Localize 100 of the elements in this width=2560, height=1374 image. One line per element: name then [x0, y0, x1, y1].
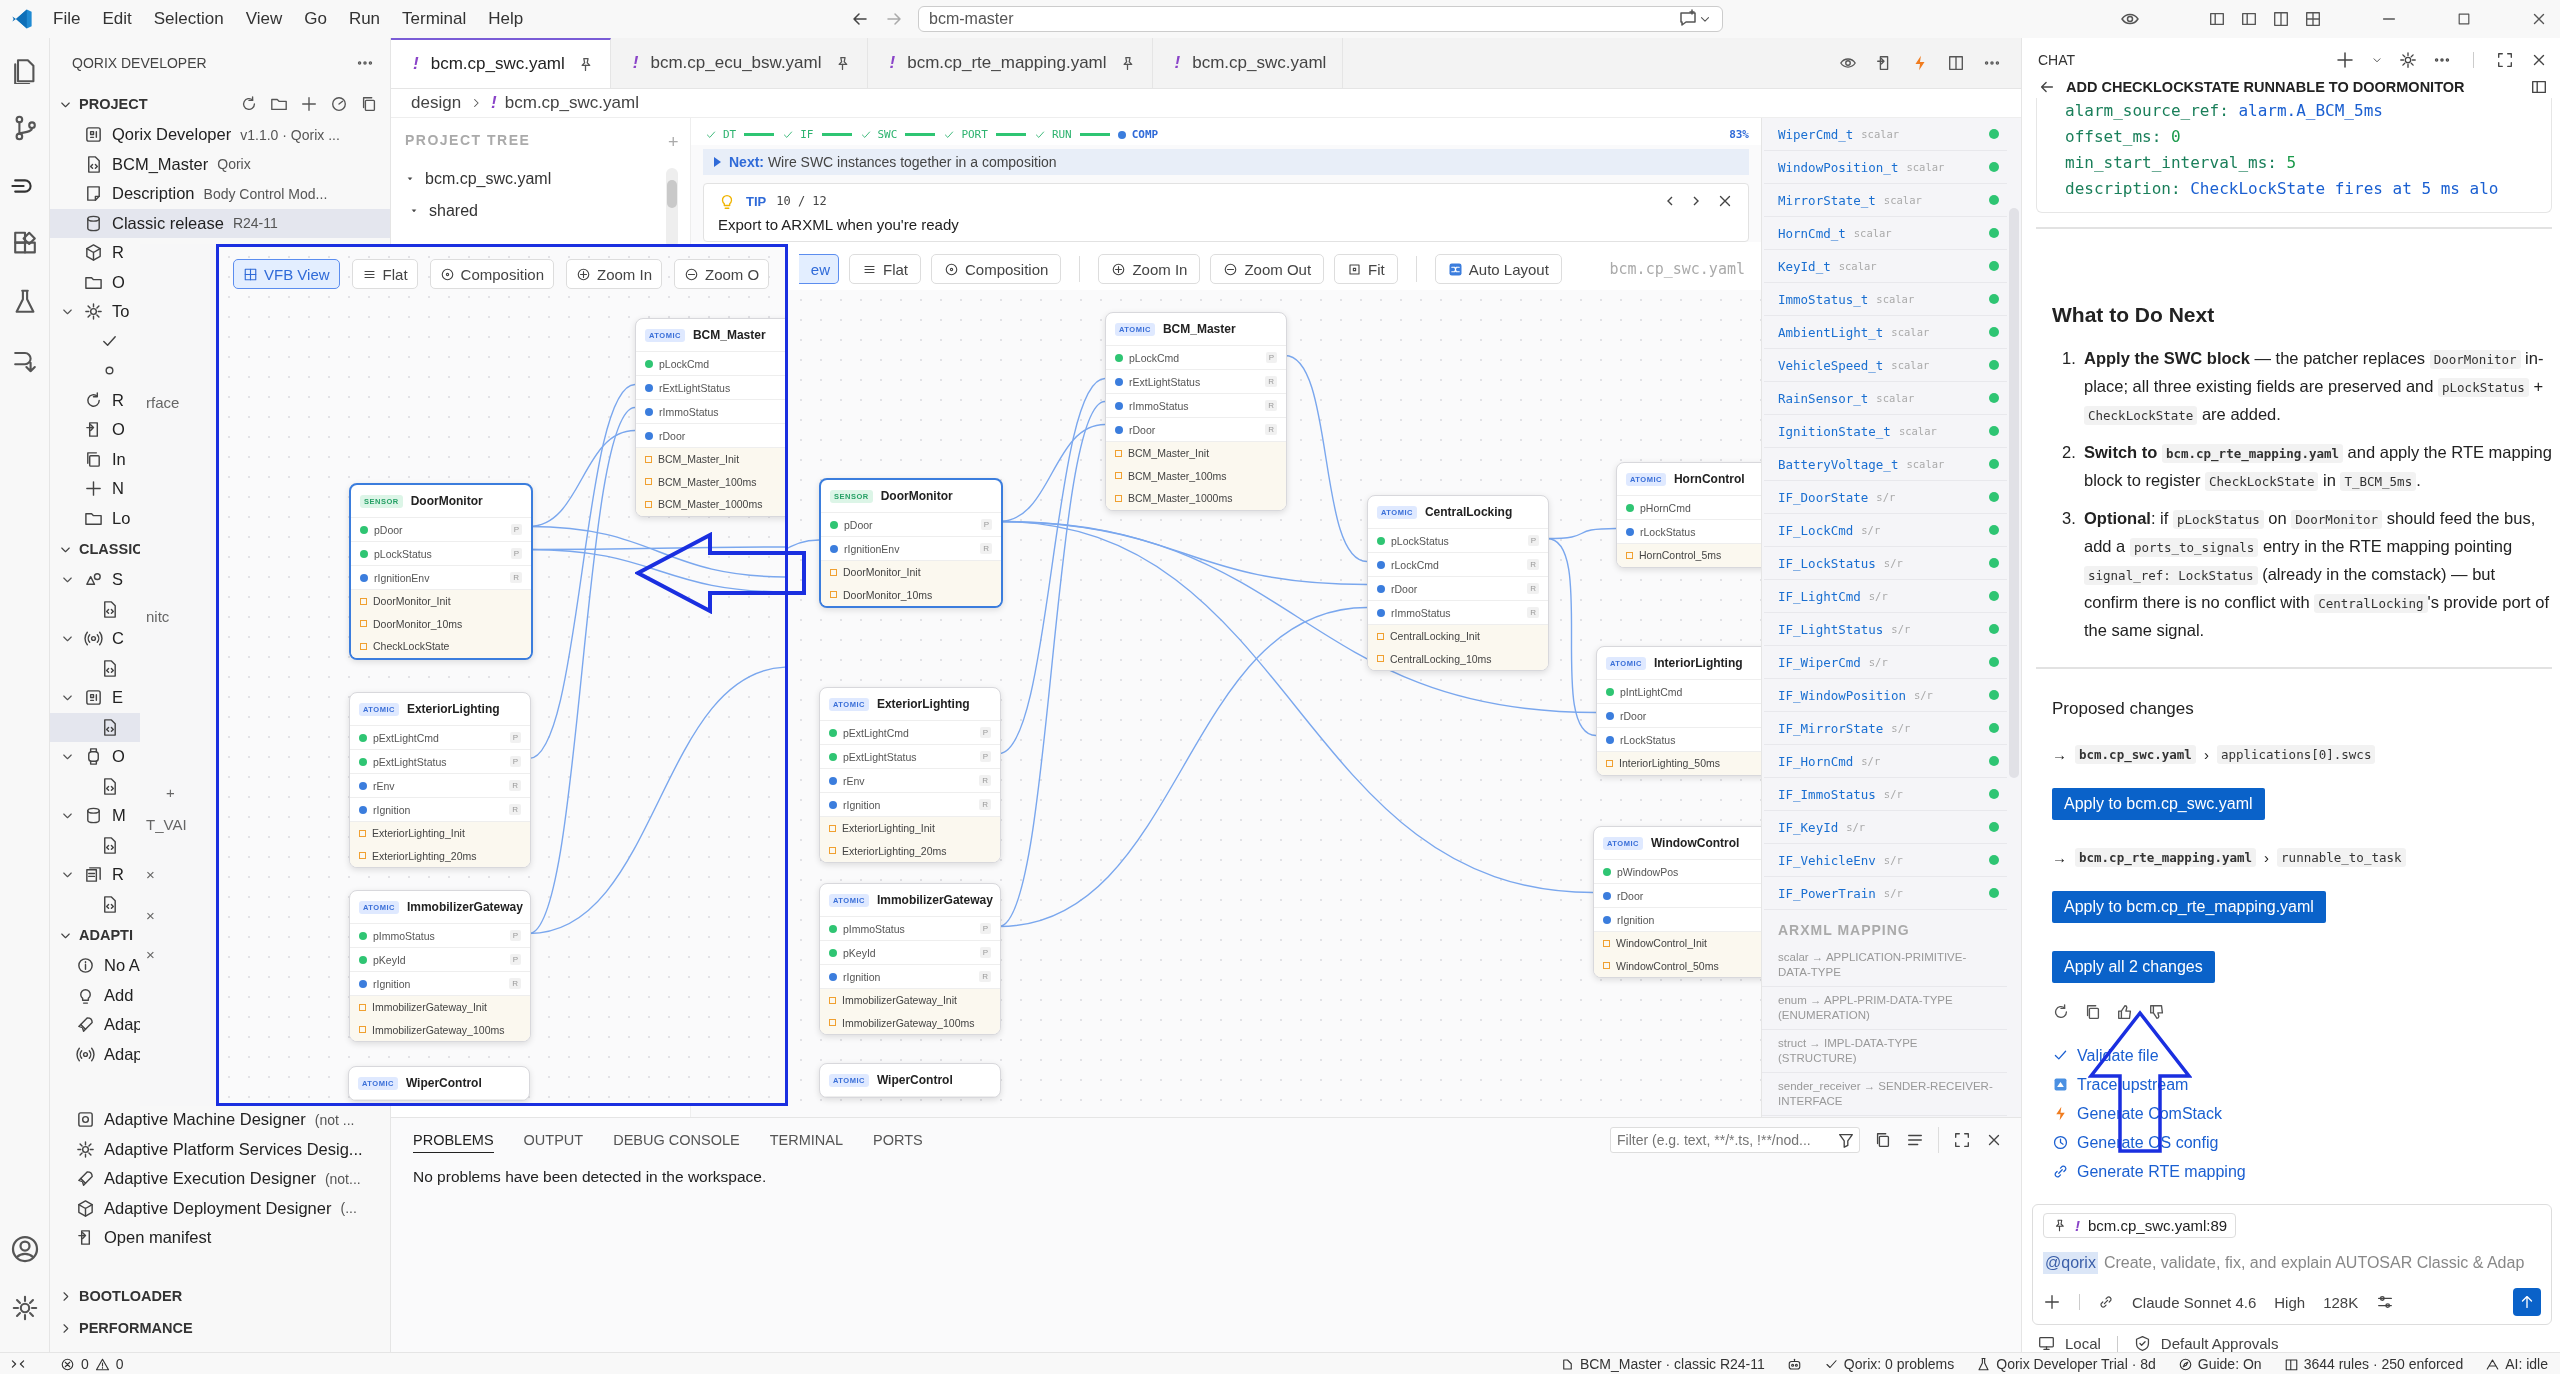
layout-icon[interactable]	[2240, 10, 2258, 28]
tree-item-label[interactable]: No A	[104, 956, 140, 976]
tree-item-label[interactable]: N	[112, 479, 124, 499]
panel-tab[interactable]: TERMINAL	[769, 1128, 844, 1152]
footer-item[interactable]: Local	[2065, 1335, 2101, 1352]
type-row[interactable]: IF_WiperCmd s/r	[1764, 646, 2007, 679]
maximize-icon[interactable]	[2456, 11, 2472, 27]
section-header[interactable]: CLASSIC	[79, 541, 143, 557]
section-header[interactable]: PERFORMANCE	[79, 1320, 193, 1336]
apply-all-button[interactable]: Apply all 2 changes	[2052, 951, 2215, 983]
type-row[interactable]: BatteryVoltage_t scalar	[1764, 448, 2007, 481]
toolbar-button[interactable]: Zoom O	[674, 259, 770, 289]
tree-item-label[interactable]: To	[112, 302, 130, 322]
type-row[interactable]: ImmoStatus_t scalar	[1764, 283, 2007, 316]
expand-icon[interactable]	[2496, 51, 2514, 69]
type-row[interactable]: MirrorState_t scalar	[1764, 184, 2007, 217]
menu-item[interactable]: Edit	[91, 9, 143, 29]
file-chip[interactable]: ! bcm.cp_swc.yaml:89	[2043, 1213, 2237, 1238]
error-count[interactable]: 0	[81, 1356, 89, 1372]
status-item[interactable]: BCM_Master · classic R24-11	[1579, 1356, 1765, 1372]
tree-item-label[interactable]: R	[112, 390, 124, 410]
toolbar-button[interactable]: Flat	[849, 254, 921, 284]
section-header[interactable]: ADAPTI	[79, 927, 133, 943]
toolbar-button[interactable]: Zoom Out	[1210, 254, 1325, 284]
send-button[interactable]	[2513, 1288, 2541, 1316]
action-link[interactable]: Generate RTE mapping	[2077, 1162, 2246, 1181]
type-row[interactable]: WindowPosition_t scalar	[1764, 151, 2007, 184]
toolbar-button[interactable]: Composition	[429, 259, 554, 289]
type-row[interactable]: IF_LightStatus s/r	[1764, 613, 2007, 646]
panel-tab[interactable]: PORTS	[873, 1128, 923, 1152]
breadcrumb-item[interactable]: bcm.cp_swc.yaml	[504, 93, 639, 113]
warning-count[interactable]: 0	[115, 1356, 124, 1372]
toolbar-button[interactable]: Auto Layout	[1434, 254, 1562, 284]
status-item[interactable]: AI: idle	[2505, 1356, 2548, 1372]
model-picker[interactable]: Claude Sonnet 4.6	[2132, 1293, 2257, 1311]
tree-item-label[interactable]: Open manifest	[104, 1228, 212, 1248]
tree-item-label[interactable]: R	[112, 243, 124, 263]
plus-icon[interactable]	[2335, 50, 2355, 70]
tree-item-label[interactable]: Classic release	[112, 213, 224, 233]
type-row[interactable]: KeyId_t scalar	[1764, 250, 2007, 283]
tree-item-label[interactable]: Adaptive Execution Designer	[104, 1169, 316, 1189]
type-row[interactable]: HornCmd_t scalar	[1764, 217, 2007, 250]
sliders-icon[interactable]	[2376, 1293, 2395, 1311]
panel-tab[interactable]: DEBUG CONSOLE	[613, 1128, 740, 1152]
type-row[interactable]: IF_PowerTrain s/r	[1764, 877, 2007, 910]
panel-tab[interactable]: OUTPUT	[523, 1128, 584, 1152]
menu-item[interactable]: Run	[337, 9, 392, 29]
toolbar-button[interactable]: VFB View	[233, 259, 340, 289]
type-row[interactable]: WiperCmd_t scalar	[1764, 118, 2007, 151]
toolbar-button[interactable]: ew	[799, 254, 839, 284]
tree-item-label[interactable]: O	[112, 272, 125, 292]
gear-icon[interactable]	[10, 1294, 39, 1322]
type-row[interactable]: VehicleSpeed_t scalar	[1764, 349, 2007, 382]
footer-item[interactable]: Default Approvals	[2160, 1335, 2279, 1352]
section-header[interactable]: PROJECT	[79, 96, 148, 112]
plus-icon[interactable]	[2043, 1293, 2061, 1311]
tree-item-label[interactable]: Lo	[112, 508, 131, 528]
editor-tab[interactable]: ! bcm.cp_rte_mapping.yaml	[867, 38, 1153, 88]
status-item[interactable]: Qorix: 0 problems	[1843, 1356, 1955, 1372]
thumbs-down-icon[interactable]	[2148, 1003, 2166, 1021]
type-row[interactable]: IF_ImmoStatus s/r	[1764, 778, 2007, 811]
apply-button[interactable]: Apply to bcm.cp_swc.yaml	[2052, 788, 2265, 820]
layout-icon[interactable]	[2208, 10, 2226, 28]
tree-item-label[interactable]: BCM_Master	[112, 154, 209, 174]
tree-item-label[interactable]: Qorix Developer	[112, 125, 232, 145]
menu-item[interactable]: Go	[293, 9, 338, 29]
type-row[interactable]: IF_LockStatus s/r	[1764, 547, 2007, 580]
editor-tab[interactable]: ! bcm.cp_ecu_bsw.yaml	[610, 38, 868, 88]
type-row[interactable]: IF_HornCmd s/r	[1764, 745, 2007, 778]
menu-item[interactable]: Help	[477, 9, 535, 29]
plus-icon[interactable]	[300, 95, 318, 113]
chat-icon[interactable]	[1678, 9, 1698, 29]
tree-item-label[interactable]: Add	[104, 985, 134, 1005]
refresh-icon[interactable]	[240, 95, 258, 113]
toolbar-button[interactable]: Fit	[1334, 254, 1398, 284]
tree-item-label[interactable]: R	[112, 865, 124, 885]
panel-tab[interactable]: PROBLEMS	[413, 1127, 494, 1153]
account-icon[interactable]	[9, 1234, 40, 1264]
split-editor-icon[interactable]	[1947, 54, 1965, 72]
menu-item[interactable]: Terminal	[391, 9, 478, 29]
section-header[interactable]: BOOTLOADER	[79, 1288, 183, 1304]
split-editor-icon[interactable]	[2272, 10, 2290, 28]
layout-icon[interactable]	[2530, 78, 2548, 96]
effort-picker[interactable]: High	[2274, 1293, 2306, 1311]
toolbar-button[interactable]: Flat	[351, 259, 418, 289]
type-row[interactable]: IF_DoorState s/r	[1764, 481, 2007, 514]
type-row[interactable]: IF_LockCmd s/r	[1764, 514, 2007, 547]
apply-button[interactable]: Apply to bcm.cp_rte_mapping.yaml	[2052, 891, 2326, 923]
type-row[interactable]: IF_LightCmd s/r	[1764, 580, 2007, 613]
menu-item[interactable]: Selection	[142, 9, 235, 29]
tree-item-label[interactable]: Adaptive Deployment Designer	[104, 1198, 332, 1218]
type-row[interactable]: IF_KeyId s/r	[1764, 811, 2007, 844]
expand-icon[interactable]	[1953, 1131, 1971, 1149]
link-icon[interactable]	[2098, 1294, 2114, 1310]
copy-icon[interactable]	[2084, 1003, 2102, 1021]
tree-item-label[interactable]: E	[112, 688, 123, 708]
tree-item-label[interactable]: O	[112, 420, 125, 440]
menu-item[interactable]: View	[234, 9, 294, 29]
status-item[interactable]: 3644 rules · 250 enforced	[2303, 1356, 2464, 1372]
type-row[interactable]: IF_WindowPosition s/r	[1764, 679, 2007, 712]
